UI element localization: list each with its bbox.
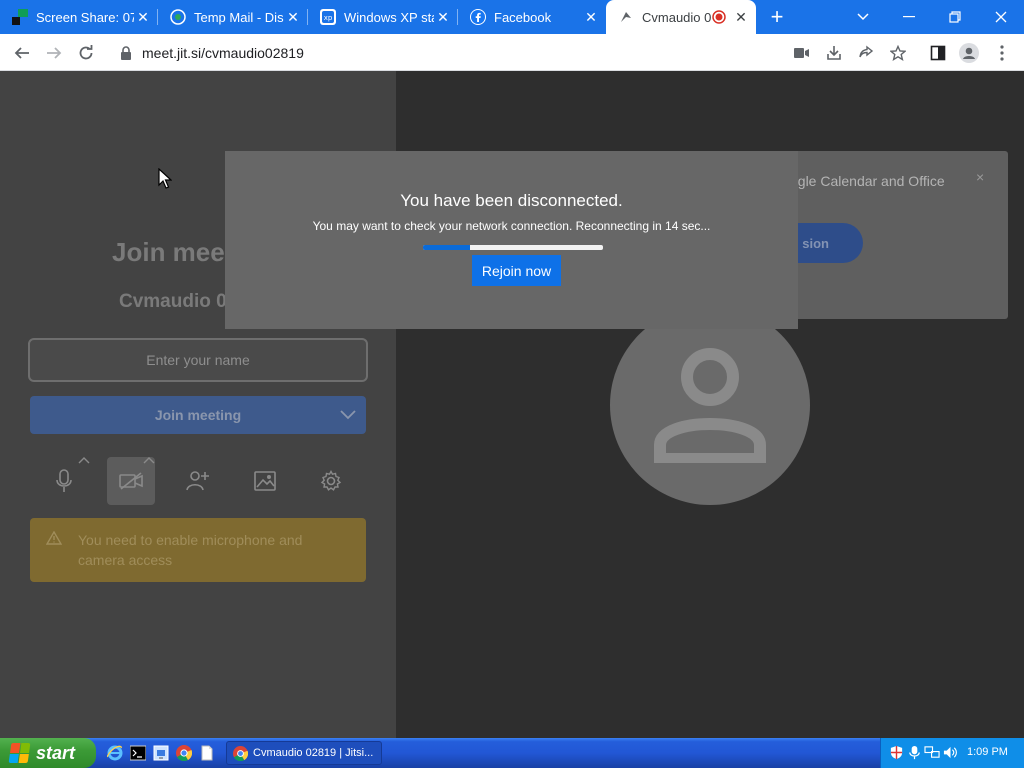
dialog-title: You have been disconnected. (400, 191, 623, 210)
close-tab-icon[interactable]: ✕ (732, 8, 750, 26)
warning-triangle-icon (45, 530, 63, 550)
mouse-cursor-icon (158, 167, 173, 195)
screenshare-favicon-icon (12, 9, 28, 25)
browser-tab-screen-share[interactable]: Screen Share: 07 ✕ (0, 0, 158, 34)
dialog-message: You may want to check your network conne… (312, 219, 711, 233)
restore-window-icon[interactable] (932, 0, 978, 34)
share-icon[interactable] (853, 40, 879, 66)
bookmark-star-icon[interactable] (885, 40, 911, 66)
close-window-icon[interactable] (978, 0, 1024, 34)
start-button[interactable]: start (0, 738, 96, 768)
windows-taskbar: start Cvmaudio 02819 | Jitsi... 1:09 PM (0, 738, 1024, 768)
tab-title: Cvmaudio 0 (642, 9, 712, 25)
winxp-favicon-icon: xp (320, 9, 336, 25)
join-meeting-label: Join meeting (154, 407, 242, 423)
tab-title: Facebook (494, 9, 552, 25)
audio-settings-chevron-icon[interactable] (77, 455, 91, 465)
side-panel-icon[interactable] (925, 40, 951, 66)
user-avatar (610, 305, 810, 505)
prejoin-title: Join mee (112, 237, 225, 267)
url-text: meet.jit.si/cvmaudio02819 (142, 44, 304, 61)
browser-tab-cvmaudio[interactable]: Cvmaudio 0 ✕ (606, 0, 756, 34)
browser-menu-icon[interactable] (989, 40, 1015, 66)
start-label: start (36, 742, 76, 763)
windows-logo-icon (8, 743, 32, 763)
virtual-background-icon[interactable] (241, 457, 289, 505)
notepad-icon[interactable] (199, 745, 215, 761)
browser-tab-temp-mail[interactable]: Temp Mail - Disp ✕ (158, 0, 308, 34)
install-download-icon[interactable] (821, 40, 847, 66)
video-settings-chevron-icon[interactable] (142, 455, 156, 465)
browser-toolbar: meet.jit.si/cvmaudio02819 (0, 34, 1024, 71)
reload-icon[interactable] (72, 39, 100, 67)
chrome-taskbar-icon (233, 745, 248, 761)
facebook-favicon-icon (470, 9, 486, 25)
close-tab-icon[interactable]: ✕ (134, 8, 152, 26)
tab-search-chevron-icon[interactable] (840, 0, 886, 34)
minimize-window-icon[interactable] (886, 0, 932, 34)
rejoin-now-button[interactable]: Rejoin now (472, 255, 561, 286)
chrome-quicklaunch-icon[interactable] (176, 745, 193, 762)
jitsi-page: Join mee Cvmaudio 0 Join meeting (0, 71, 1024, 738)
media-controls (30, 455, 366, 507)
my-computer-icon[interactable] (153, 745, 169, 761)
user-silhouette-icon (654, 348, 766, 463)
notification-text: ogle Calendar and Office (790, 173, 945, 189)
invite-people-icon[interactable] (174, 457, 222, 505)
permission-warning-text: You need to enable microphone and camera… (78, 532, 303, 568)
recording-indicator-icon (712, 10, 726, 24)
internet-explorer-icon[interactable] (106, 745, 123, 761)
new-tab-button[interactable]: + (764, 4, 790, 30)
taskbar-window-title: Cvmaudio 02819 | Jitsi... (253, 747, 374, 759)
address-bar[interactable]: meet.jit.si/cvmaudio02819 (108, 38, 784, 67)
join-meeting-button[interactable]: Join meeting (30, 396, 366, 434)
video-camera-icon[interactable] (789, 40, 815, 66)
tray-clock: 1:09 PM (967, 746, 1008, 758)
jitsi-favicon-icon (618, 9, 634, 25)
system-tray: 1:09 PM (880, 738, 1024, 768)
close-tab-icon[interactable]: ✕ (434, 8, 452, 26)
join-options-chevron-icon[interactable] (340, 407, 356, 423)
reconnect-progress-bar (423, 245, 603, 250)
volume-speaker-icon[interactable] (943, 745, 958, 760)
browser-tabstrip: Screen Share: 07 ✕ Temp Mail - Disp ✕ xp… (0, 0, 1024, 34)
browser-tab-windows-xp[interactable]: xp Windows XP sta ✕ (308, 0, 458, 34)
notification-close-icon[interactable]: × (976, 169, 984, 185)
room-name: Cvmaudio 0 (119, 291, 227, 312)
tray-microphone-icon[interactable] (907, 745, 922, 760)
svg-text:xp: xp (324, 14, 333, 22)
reconnect-progress-fill (423, 245, 470, 250)
tab-title: Temp Mail - Disp (194, 9, 284, 25)
settings-gear-icon[interactable] (307, 457, 355, 505)
profile-avatar-icon[interactable] (956, 40, 982, 66)
tempmail-favicon-icon (170, 9, 186, 25)
network-connection-icon[interactable] (924, 745, 940, 760)
tab-title: Windows XP sta (344, 9, 434, 25)
close-tab-icon[interactable]: ✕ (582, 8, 600, 26)
back-arrow-icon[interactable] (8, 39, 36, 67)
taskbar-chrome-window[interactable]: Cvmaudio 02819 | Jitsi... (226, 741, 382, 765)
close-tab-icon[interactable]: ✕ (284, 8, 302, 26)
forward-arrow-icon[interactable] (40, 39, 68, 67)
security-shield-icon[interactable] (889, 745, 904, 760)
tab-title: Screen Share: 07 (36, 9, 134, 25)
browser-tab-facebook[interactable]: Facebook ✕ (458, 0, 606, 34)
permission-warning: You need to enable microphone and camera… (30, 518, 366, 582)
command-prompt-icon[interactable] (129, 745, 147, 761)
name-input[interactable] (28, 338, 368, 382)
disconnected-dialog: You have been disconnected. You may want… (225, 151, 798, 329)
lock-icon[interactable] (120, 45, 132, 60)
